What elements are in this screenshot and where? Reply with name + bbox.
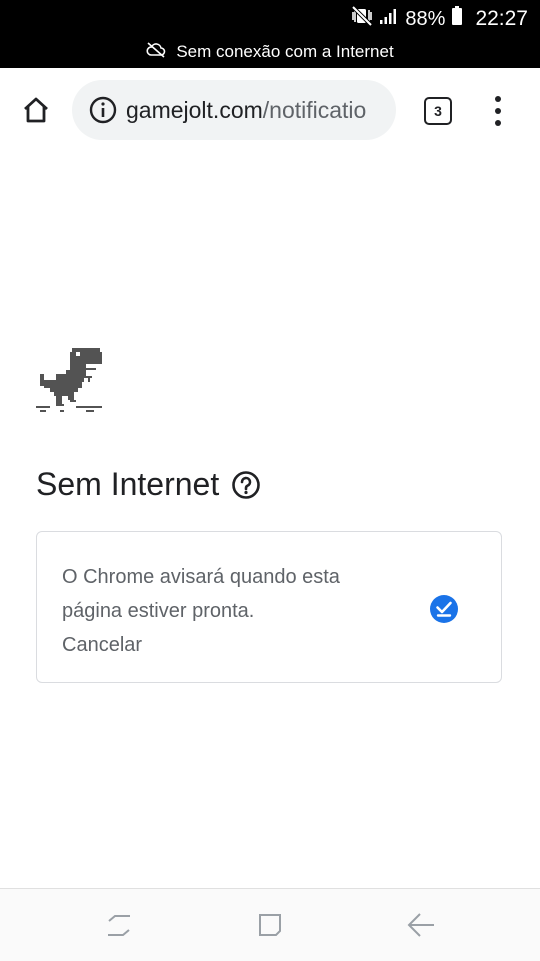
status-bar: 88% 22:27 Sem conexão com a Internet: [0, 0, 540, 68]
tab-count: 3: [434, 103, 442, 119]
battery-percent: 88%: [405, 7, 446, 30]
check-circle-icon: [430, 595, 458, 623]
signal-icon: [379, 7, 399, 31]
help-icon[interactable]: [231, 470, 261, 500]
info-icon[interactable]: [88, 95, 118, 125]
home-nav-icon[interactable]: [256, 911, 284, 939]
offline-text: Sem conexão com a Internet: [176, 42, 394, 61]
url-path: /notificatio: [262, 96, 367, 123]
clock: 22:27: [475, 7, 528, 30]
status-icons: 88% 22:27: [351, 5, 528, 32]
page-title-text: Sem Internet: [36, 466, 220, 502]
auto-fetch-card: O Chrome avisará quando esta página esti…: [36, 531, 502, 683]
system-nav-bar: [0, 888, 540, 961]
recent-apps-icon[interactable]: [105, 913, 133, 939]
offline-banner: Sem conexão com a Internet: [0, 40, 540, 64]
home-button[interactable]: [18, 92, 54, 128]
menu-dot: [495, 96, 501, 102]
home-icon: [24, 97, 48, 123]
url-domain: gamejolt.com: [126, 96, 263, 123]
menu-dot: [495, 108, 501, 114]
more-vert-icon[interactable]: [488, 94, 508, 128]
url-text[interactable]: gamejolt.com/notificatio: [126, 97, 366, 124]
cancel-link[interactable]: Cancelar: [62, 628, 142, 662]
card-message: O Chrome avisará quando esta página esti…: [62, 566, 340, 622]
tab-switcher-button[interactable]: 3: [424, 97, 452, 125]
cloud-off-icon: [146, 41, 166, 63]
browser-toolbar: gamejolt.com/notificatio 3: [0, 68, 540, 156]
menu-dot: [495, 120, 501, 126]
back-icon[interactable]: [406, 911, 436, 939]
battery-icon: [451, 6, 463, 32]
page-title: Sem Internet: [36, 466, 261, 503]
mute-vibrate-icon: [351, 5, 373, 32]
dino-icon[interactable]: [36, 346, 104, 419]
address-bar[interactable]: gamejolt.com/notificatio: [72, 80, 396, 140]
